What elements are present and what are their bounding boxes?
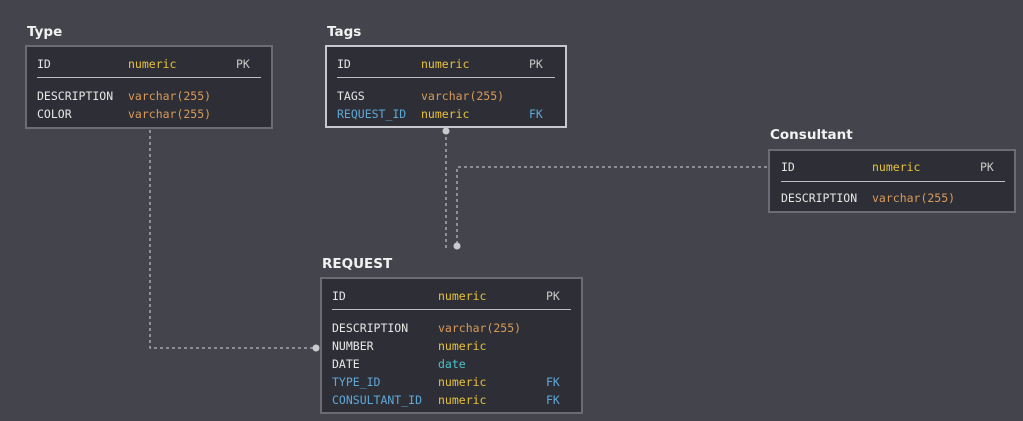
column-type: varchar(255) [421,89,505,103]
table-row-pk: ID numeric PK [327,56,565,72]
column-name: CONSULTANT_ID [332,393,423,407]
column-type: date [438,357,466,371]
column-key-badge: PK [236,57,250,71]
column-name: TAGS [337,89,365,103]
table-row-pk: ID numeric PK [322,288,581,304]
connector-endpoint-dot [453,242,461,250]
connector-type-request [149,130,316,349]
column-type: varchar(255) [438,321,522,335]
table-title-request: REQUEST [322,256,393,272]
column-name: TYPE_ID [332,375,381,389]
column-name: COLOR [37,107,72,121]
column-type: numeric [438,393,487,407]
table-row: DESCRIPTION varchar(255) [770,190,1014,206]
column-type: numeric [421,57,470,71]
column-type: varchar(255) [128,89,212,103]
table-consultant[interactable]: ID numeric PK DESCRIPTION varchar(255) [768,149,1016,213]
table-tags[interactable]: ID numeric PK TAGS varchar(255) REQUEST_… [325,45,567,128]
pk-separator [337,77,555,78]
column-type: numeric [421,107,470,121]
column-type: numeric [872,160,921,174]
table-row: DATE date [322,356,581,372]
connector-consultant-request [456,166,767,246]
column-type: numeric [438,375,487,389]
column-name: ID [781,160,795,174]
column-type: numeric [438,339,487,353]
table-type[interactable]: ID numeric PK DESCRIPTION varchar(255) C… [25,45,273,129]
table-row: DESCRIPTION varchar(255) [27,88,271,104]
column-type: numeric [438,289,487,303]
table-row: COLOR varchar(255) [27,106,271,122]
column-key-badge: PK [980,160,994,174]
connector-endpoint-dot [442,127,450,135]
column-key-badge: PK [529,57,543,71]
table-row: NUMBER numeric [322,338,581,354]
table-row: TAGS varchar(255) [327,88,565,104]
table-title-tags: Tags [327,24,362,40]
column-key-badge: FK [546,375,560,389]
table-row: CONSULTANT_ID numeric FK [322,392,581,408]
column-key-badge: FK [546,393,560,407]
column-type: varchar(255) [128,107,212,121]
column-name: NUMBER [332,339,374,353]
table-request[interactable]: ID numeric PK DESCRIPTION varchar(255) N… [320,277,583,414]
pk-separator [37,77,261,78]
pk-separator [332,309,571,310]
column-key-badge: PK [546,289,560,303]
column-type: numeric [128,57,177,71]
table-row-pk: ID numeric PK [27,56,271,72]
column-name: REQUEST_ID [337,107,407,121]
table-row: TYPE_ID numeric FK [322,374,581,390]
column-name: DATE [332,357,360,371]
column-name: ID [332,289,346,303]
table-row: REQUEST_ID numeric FK [327,106,565,122]
column-key-badge: FK [529,107,543,121]
column-name: DESCRIPTION [781,191,858,205]
column-name: DESCRIPTION [332,321,409,335]
connector-endpoint-dot [312,344,320,352]
table-title-type: Type [27,24,63,40]
table-title-consultant: Consultant [770,127,853,143]
pk-separator [781,181,1005,182]
table-row-pk: ID numeric PK [770,159,1014,175]
column-name: ID [337,57,351,71]
table-row: DESCRIPTION varchar(255) [322,320,581,336]
er-diagram-canvas[interactable]: Type ID numeric PK DESCRIPTION varchar(2… [0,0,1023,421]
column-type: varchar(255) [872,191,956,205]
column-name: ID [37,57,51,71]
column-name: DESCRIPTION [37,89,114,103]
